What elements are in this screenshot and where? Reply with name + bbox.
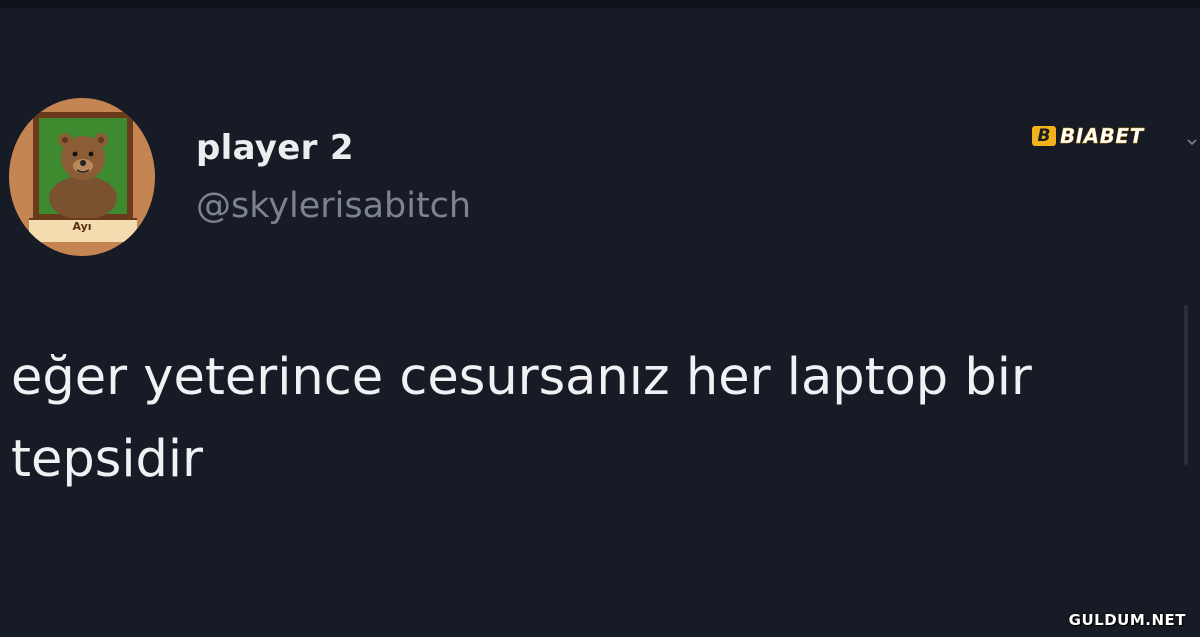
chevron-down-icon[interactable] [1186, 136, 1198, 148]
avatar[interactable]: Ayı [9, 98, 155, 256]
tweet-text: eğer yeterince cesursanız her laptop bir… [11, 348, 1032, 489]
guldum-watermark: GULDUM.NET [1068, 611, 1186, 629]
display-name[interactable]: player 2 [196, 128, 354, 168]
scrollbar[interactable] [1184, 305, 1188, 465]
user-handle[interactable]: @skylerisabitch [196, 186, 471, 226]
biabet-logo-icon: B [1032, 126, 1056, 146]
avatar-plaque-label: Ayı [72, 220, 92, 233]
biabet-watermark: B BIABET [1032, 124, 1166, 148]
top-edge [0, 0, 1200, 8]
biabet-watermark-text: BIABET [1060, 124, 1144, 148]
previous-tweet-cutoff: ˙ ˙ ˙ ˙ ˙ ˙ ˙ ˙ ˙ ˙ ˙ ˙ ˙ ˙ ˙ ˙ ˙ ˙ ˙ ˙ … [130, 58, 1030, 76]
